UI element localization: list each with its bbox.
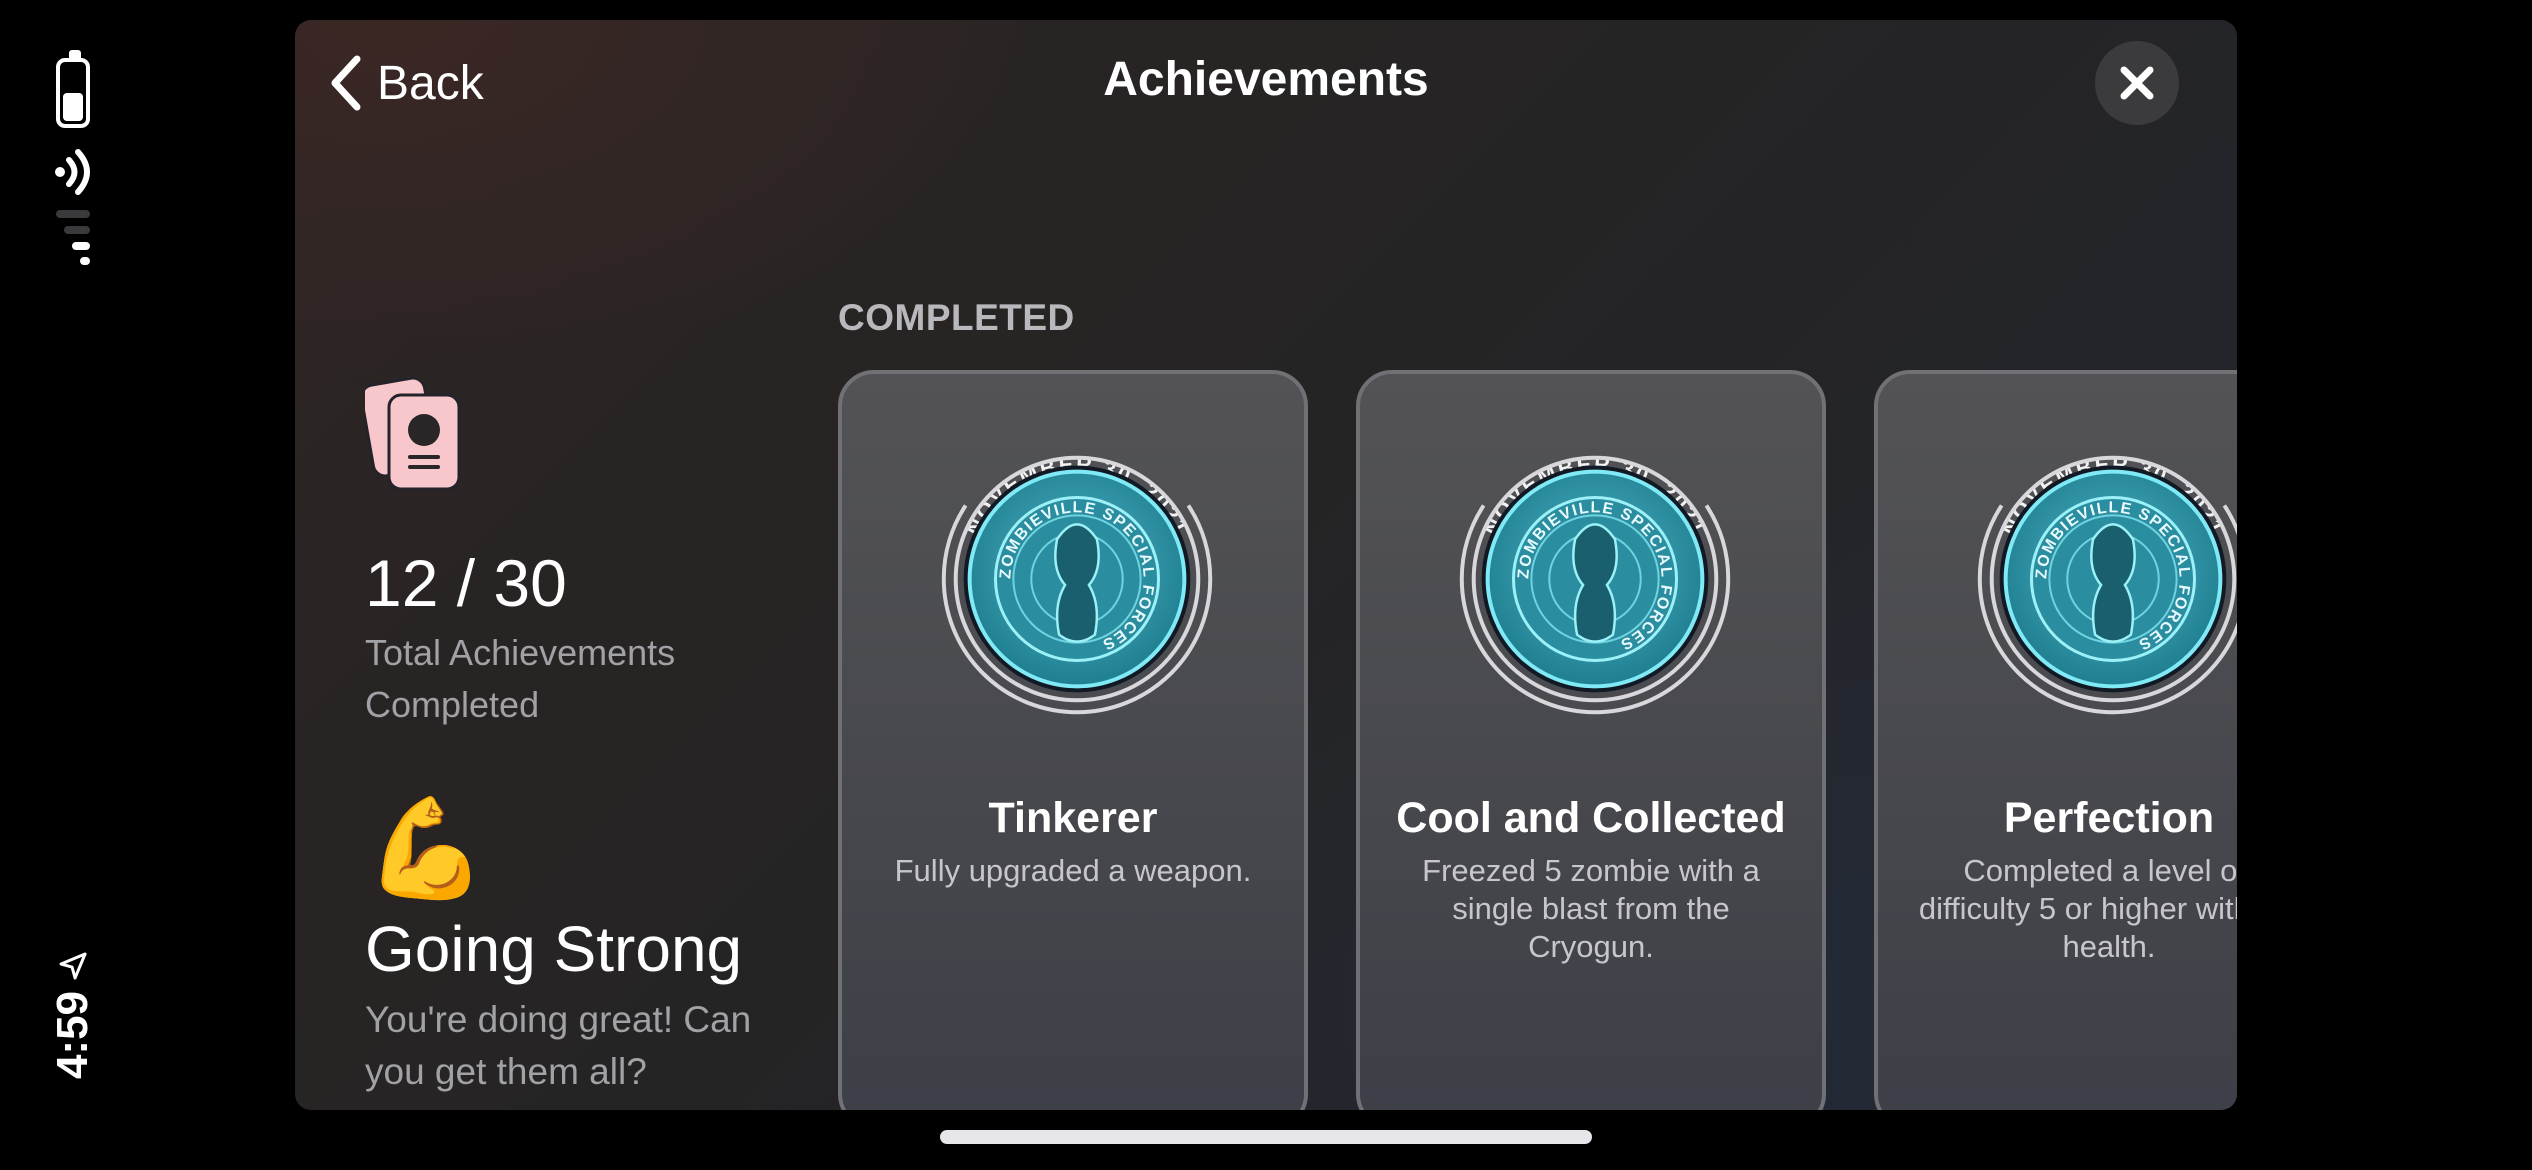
flexed-biceps-icon: 💪	[365, 793, 488, 903]
achievement-badge-icon: NOVEMBER 30, 2021 ZOMBIEVILLE SPECIAL FO…	[941, 451, 1213, 715]
achievement-description: Completed a level on difficulty 5 or hig…	[1918, 853, 2237, 964]
section-label-completed: COMPLETED	[838, 297, 1075, 338]
achievement-count: 12 / 30	[365, 546, 567, 620]
achievement-description: Fully upgraded a weapon.	[894, 853, 1252, 888]
achievement-badge-icon: NOVEMBER 30, 2021 ZOMBIEVILLE SPECIAL FO…	[1459, 451, 1731, 715]
achievement-card[interactable]: NOVEMBER 30, 2021 ZOMBIEVILLE SPECIAL FO…	[838, 370, 1308, 1110]
location-arrow-icon	[59, 952, 87, 980]
battery-fill	[63, 93, 83, 121]
achievement-badge-icon: NOVEMBER 30, 2021 ZOMBIEVILLE SPECIAL FO…	[1977, 451, 2237, 715]
achievement-count-label: Total Achievements Completed	[365, 632, 676, 725]
header: Back Achievements	[295, 20, 2237, 140]
achievement-title: Tinkerer	[988, 794, 1158, 842]
achievement-list[interactable]: NOVEMBER 30, 2021 ZOMBIEVILLE SPECIAL FO…	[838, 370, 2237, 1110]
achievement-title: Cool and Collected	[1396, 794, 1786, 842]
signal-icon	[56, 210, 90, 265]
status-message: You're doing great! Can you get them all…	[365, 999, 752, 1092]
achievement-card[interactable]: NOVEMBER 30, 2021 ZOMBIEVILLE SPECIAL FO…	[1874, 370, 2237, 1110]
status-time: 4:59	[18, 940, 128, 1090]
close-icon	[2120, 66, 2154, 100]
achievement-description: Freezed 5 zombie with a single blast fro…	[1422, 853, 1760, 964]
battery-icon	[56, 50, 90, 128]
status-title: Going Strong	[365, 913, 743, 985]
home-indicator[interactable]	[940, 1130, 1592, 1144]
status-bar: 4:59	[0, 0, 150, 1170]
close-button[interactable]	[2095, 41, 2179, 125]
achievement-title: Perfection	[2003, 794, 2215, 842]
page-title: Achievements	[1103, 53, 1429, 106]
achievement-card[interactable]: NOVEMBER 30, 2021 ZOMBIEVILLE SPECIAL FO…	[1356, 370, 1826, 1110]
wifi-icon	[55, 149, 90, 195]
cards-icon	[365, 376, 461, 491]
time-text: 4:59	[48, 990, 98, 1080]
achievements-sheet: Back Achievements 12 / 30 Total Achievem…	[295, 20, 2237, 1110]
